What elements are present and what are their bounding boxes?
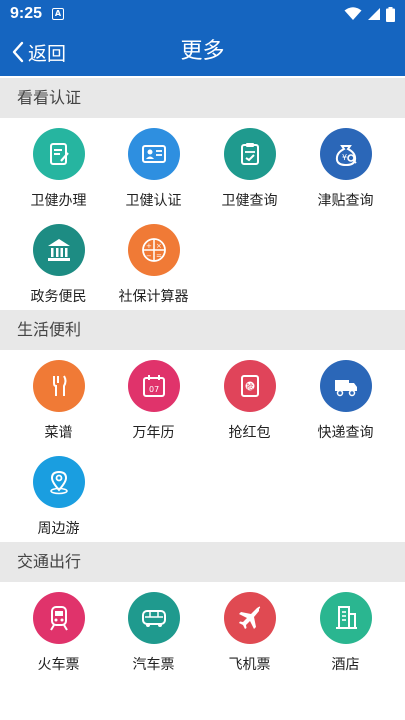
- red-packet-icon: 抢: [223, 360, 276, 412]
- edit-note-icon: [32, 128, 85, 180]
- notification-icon: A: [52, 8, 65, 20]
- clipboard-check-icon: [223, 128, 276, 180]
- tile-label: 卫健查询: [221, 193, 278, 209]
- delivery-truck-icon: [319, 360, 372, 412]
- tile-label: 万年历: [132, 425, 175, 441]
- tile-label: 抢红包: [228, 425, 271, 441]
- battery-icon: [386, 6, 395, 22]
- tile-label: 周边游: [37, 521, 80, 537]
- calendar-day-text: 07: [149, 385, 159, 394]
- back-label: 返回: [28, 42, 67, 65]
- section-header-life: 生活便利: [0, 310, 405, 350]
- tile-social-security-calculator[interactable]: + × − = 社保计算器: [103, 224, 204, 319]
- government-building-icon: [32, 224, 85, 276]
- tile-label: 卫健办理: [30, 193, 87, 209]
- tile-flight-ticket[interactable]: 飞机票: [199, 592, 300, 687]
- tile-bus-ticket[interactable]: 汽车票: [103, 592, 204, 687]
- section-header-auth: 看看认证: [0, 78, 405, 118]
- wifi-icon: [344, 7, 362, 20]
- hotel-building-icon: [319, 592, 372, 644]
- bus-icon: [127, 592, 180, 644]
- tile-health-query[interactable]: 卫健查询: [199, 128, 300, 223]
- cutlery-icon: [32, 360, 85, 412]
- chevron-left-icon: [12, 41, 24, 63]
- tile-health-auth[interactable]: 卫健认证: [103, 128, 204, 223]
- calendar-icon: 07: [127, 360, 180, 412]
- calculator-icon: + × − =: [127, 224, 180, 276]
- tile-red-packet[interactable]: 抢 抢红包: [199, 360, 300, 455]
- back-button[interactable]: 返回: [12, 28, 66, 76]
- signal-icon: [368, 8, 380, 20]
- airplane-icon: [223, 592, 276, 644]
- tile-express-query[interactable]: 快递查询: [295, 360, 396, 455]
- tile-label: 酒店: [331, 657, 360, 673]
- location-pin-icon: [32, 456, 85, 508]
- status-indicators: [344, 6, 395, 22]
- tile-recipes[interactable]: 菜谱: [8, 360, 109, 455]
- tile-hotel[interactable]: 酒店: [295, 592, 396, 687]
- red-packet-char: 抢: [246, 382, 253, 391]
- tile-calendar[interactable]: 07 万年历: [103, 360, 204, 455]
- svg-text:×: ×: [156, 242, 162, 250]
- id-card-icon: [127, 128, 180, 180]
- tile-label: 飞机票: [228, 657, 271, 673]
- tile-train-ticket[interactable]: 火车票: [8, 592, 109, 687]
- status-time: 9:25: [10, 5, 43, 22]
- svg-text:=: =: [156, 252, 162, 260]
- tile-gov-service[interactable]: 政务便民: [8, 224, 109, 319]
- tile-nearby-travel[interactable]: 周边游: [8, 456, 109, 551]
- section-header-transport: 交通出行: [0, 542, 405, 582]
- svg-text:¥: ¥: [342, 153, 347, 162]
- tile-label: 火车票: [37, 657, 80, 673]
- tile-health-service[interactable]: 卫健办理: [8, 128, 109, 223]
- app-header: 更多 返回: [0, 28, 405, 76]
- tile-label: 汽车票: [132, 657, 175, 673]
- tile-label: 社保计算器: [118, 289, 189, 305]
- tile-label: 政务便民: [30, 289, 87, 305]
- train-icon: [32, 592, 85, 644]
- tile-label: 津贴查询: [317, 193, 374, 209]
- tile-label: 菜谱: [44, 425, 73, 441]
- tile-label: 快递查询: [317, 425, 374, 441]
- svg-text:+: +: [146, 242, 152, 250]
- tile-label: 卫健认证: [125, 193, 182, 209]
- svg-text:−: −: [146, 252, 152, 260]
- status-bar: 9:25 A: [0, 0, 405, 28]
- tile-allowance-query[interactable]: ¥ 津贴查询: [295, 128, 396, 223]
- money-bag-search-icon: ¥: [319, 128, 372, 180]
